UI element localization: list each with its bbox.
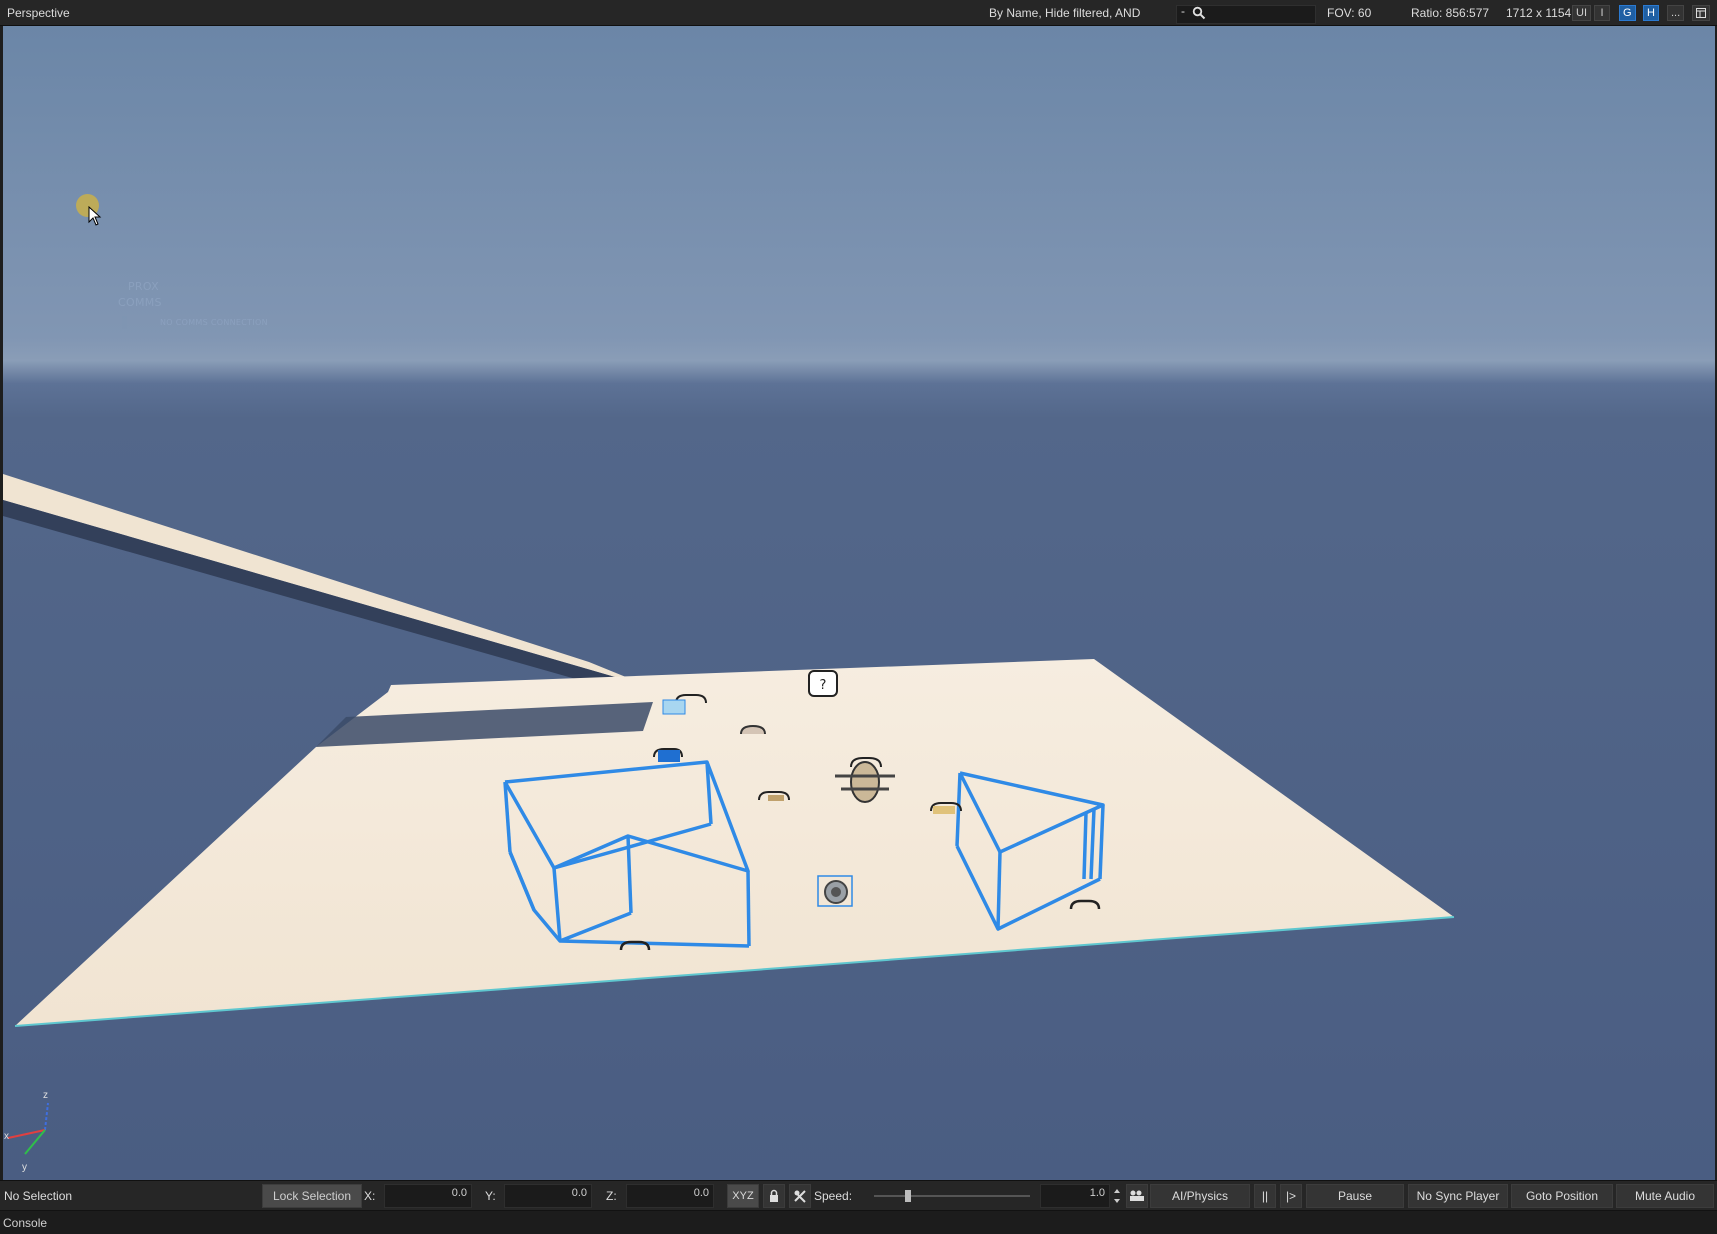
scene-render[interactable]: ? (3, 26, 1715, 1180)
xyz-axis-button[interactable]: XYZ (727, 1184, 759, 1208)
speed-slider-thumb[interactable] (905, 1190, 911, 1202)
vehicle-object[interactable] (658, 750, 680, 762)
selection-status: No Selection (4, 1189, 73, 1203)
hud-prox-label: PROX (128, 280, 159, 293)
crate-object[interactable] (933, 806, 955, 814)
z-coord-input[interactable]: 0.0 (626, 1184, 714, 1208)
hud-comms-status: NO COMMS CONNECTION (160, 318, 268, 327)
resolution-readout[interactable]: 1712 x 1154 (1506, 6, 1571, 20)
lock-selection-button[interactable]: Lock Selection (262, 1184, 362, 1208)
gizmo-z-label: z (43, 1090, 48, 1101)
speed-stepper-icon[interactable] (1112, 1184, 1122, 1208)
y-coord-label: Y: (485, 1189, 496, 1203)
hud-signal-bar (122, 316, 127, 329)
console-panel: Console (0, 1210, 1717, 1234)
window-layout-icon (1696, 8, 1706, 18)
viewport-mode-label[interactable]: Perspective (7, 6, 70, 20)
ai-physics-button[interactable]: AI/Physics (1150, 1184, 1250, 1208)
lock-toggle-button[interactable] (763, 1184, 785, 1208)
filter-mode-label[interactable]: By Name, Hide filtered, AND (989, 6, 1140, 20)
goto-position-button[interactable]: Goto Position (1511, 1184, 1613, 1208)
no-sync-player-button[interactable]: No Sync Player (1408, 1184, 1508, 1208)
speed-label: Speed: (814, 1189, 853, 1203)
y-coord-input[interactable]: 0.0 (504, 1184, 592, 1208)
record-camera-button[interactable] (1126, 1184, 1148, 1208)
camera-path-icon (794, 1190, 806, 1203)
fov-readout[interactable]: FOV: 60 (1327, 6, 1371, 20)
pause-button[interactable]: Pause (1306, 1184, 1404, 1208)
pause-sim-button[interactable]: || (1254, 1184, 1276, 1208)
x-coord-input[interactable]: 0.0 (384, 1184, 472, 1208)
hud-comms-label: COMMS (118, 296, 162, 309)
step-sim-button[interactable]: |> (1280, 1184, 1302, 1208)
toggle-ui-button[interactable]: UI (1572, 5, 1591, 21)
more-options-button[interactable]: ... (1667, 5, 1685, 21)
unknown-object-glyph: ? (820, 678, 827, 693)
search-clear-button[interactable]: - (1181, 4, 1185, 18)
speed-slider-track[interactable] (874, 1195, 1030, 1197)
x-coord-label: X: (364, 1189, 376, 1203)
small-prop[interactable] (768, 795, 784, 801)
dome-object[interactable] (740, 724, 766, 735)
gizmo-y-label: y (22, 1162, 27, 1173)
viewport-header: Perspective By Name, Hide filtered, AND … (0, 0, 1717, 26)
camera-object[interactable] (662, 699, 686, 715)
toggle-helpers-button[interactable]: H (1643, 5, 1659, 21)
mouse-cursor-icon (88, 206, 102, 226)
search-icon (1192, 6, 1206, 20)
ratio-readout[interactable]: Ratio: 856:577 (1411, 6, 1489, 20)
camera-tool-button[interactable] (789, 1184, 811, 1208)
mute-audio-button[interactable]: Mute Audio (1616, 1184, 1714, 1208)
speed-input[interactable]: 1.0 (1040, 1184, 1110, 1208)
maximize-viewport-button[interactable] (1692, 5, 1710, 21)
console-tab[interactable]: Console (3, 1216, 47, 1230)
gizmo-x-label: x (4, 1131, 9, 1142)
toggle-info-button[interactable]: I (1594, 5, 1610, 21)
padlock-icon (770, 1189, 778, 1202)
video-camera-icon (1130, 1190, 1144, 1201)
editor-toolbar: No Selection Lock Selection X: 0.0 Y: 0.… (0, 1180, 1717, 1210)
z-coord-label: Z: (606, 1189, 617, 1203)
3d-viewport[interactable]: ? PROX COMMS NO COMMS CONNECTION z x y (3, 26, 1715, 1180)
toggle-grid-button[interactable]: G (1619, 5, 1636, 21)
